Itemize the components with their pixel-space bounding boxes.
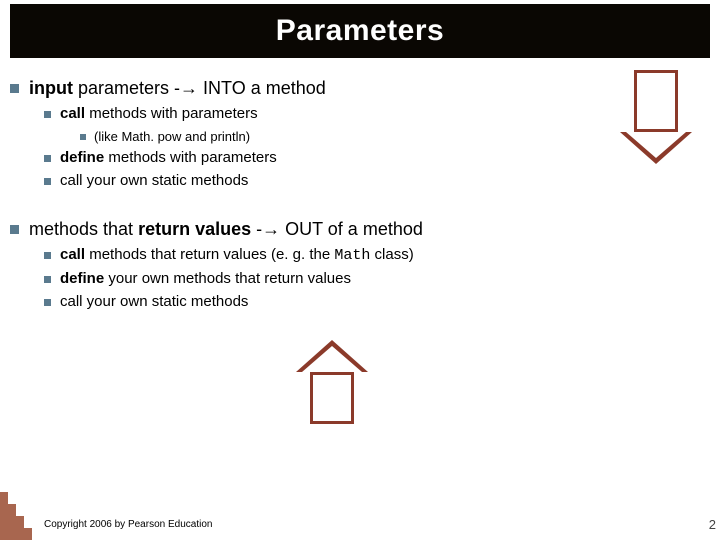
bullet-text: methods that return values -→ OUT of a m…: [29, 217, 710, 241]
bullet-text: call your own static methods: [60, 292, 710, 312]
bullet-icon: [10, 84, 19, 93]
bullet-define-with-params: define methods with parameters: [44, 148, 710, 168]
bullet-icon: [44, 252, 51, 259]
slide: Parameters input parameters -→ INTO a me…: [0, 0, 720, 540]
bullet-call-own-static-2: call your own static methods: [44, 292, 710, 312]
bullet-text: define methods with parameters: [60, 148, 710, 168]
bullet-icon: [44, 299, 51, 306]
bullet-text: call methods with parameters: [60, 104, 710, 124]
bullet-icon: [44, 155, 51, 162]
bullet-icon: [10, 225, 19, 234]
bullet-icon: [44, 276, 51, 283]
bullet-text: call your own static methods: [60, 171, 710, 191]
bullet-input-parameters: input parameters -→ INTO a method: [10, 76, 710, 100]
bullet-icon: [44, 111, 51, 118]
bullet-text: call methods that return values (e. g. t…: [60, 245, 710, 266]
copyright-text: Copyright 2006 by Pearson Education: [44, 519, 212, 530]
bullet-call-return-values: call methods that return values (e. g. t…: [44, 245, 710, 266]
bullet-text: input parameters -→ INTO a method: [29, 76, 710, 100]
bullet-text: define your own methods that return valu…: [60, 269, 710, 289]
bullet-call-with-params: call methods with parameters: [44, 104, 710, 124]
bullet-like-math-pow: (like Math. pow and println): [80, 128, 710, 146]
bullet-call-own-static-1: call your own static methods: [44, 171, 710, 191]
bullet-define-return-values: define your own methods that return valu…: [44, 269, 710, 289]
corner-decoration: [0, 480, 32, 540]
slide-content: input parameters -→ INTO a method call m…: [10, 70, 710, 316]
bullet-icon: [80, 134, 86, 140]
page-number: 2: [709, 517, 716, 532]
arrow-up-icon: [310, 340, 368, 424]
bullet-return-values: methods that return values -→ OUT of a m…: [10, 217, 710, 241]
bullet-icon: [44, 178, 51, 185]
arrow-down-icon: [634, 70, 692, 164]
slide-title: Parameters: [276, 14, 444, 48]
bullet-text: (like Math. pow and println): [94, 128, 710, 146]
title-bar: Parameters: [10, 4, 710, 58]
